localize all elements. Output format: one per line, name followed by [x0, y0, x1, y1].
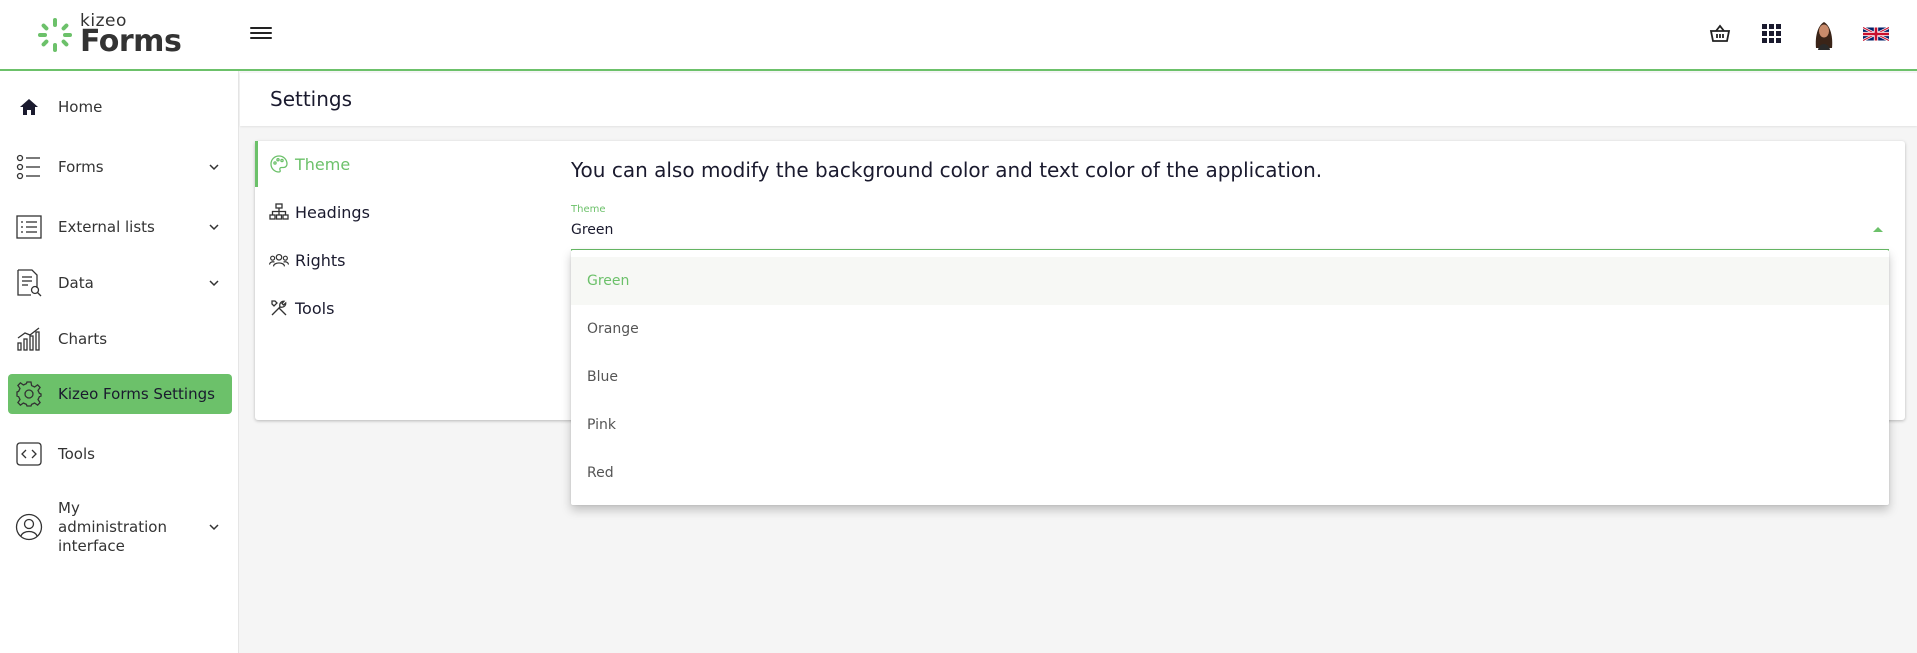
kizeo-forms-logo[interactable]: kizeo Forms — [36, 13, 182, 59]
theme-dropdown-menu: Green Orange Blue Pink Red — [571, 250, 1889, 505]
code-icon — [14, 439, 44, 469]
tab-headings[interactable]: Headings — [255, 189, 535, 235]
sidebar: Home Forms External lists Data Charts Ki… — [0, 71, 239, 653]
sidebar-item-label: External lists — [58, 217, 155, 236]
avatar[interactable] — [1809, 18, 1839, 50]
home-icon — [14, 92, 44, 122]
chevron-down-icon[interactable] — [208, 277, 220, 289]
theme-option-orange[interactable]: Orange — [571, 305, 1889, 353]
tab-theme[interactable]: Theme — [255, 141, 535, 187]
uk-flag-icon[interactable] — [1861, 18, 1891, 50]
user-circle-icon — [14, 512, 44, 542]
theme-option-red[interactable]: Red — [571, 449, 1889, 497]
tab-rights[interactable]: Rights — [255, 237, 535, 283]
apps-grid-icon[interactable] — [1757, 18, 1787, 50]
sidebar-item-data[interactable]: Data — [8, 263, 232, 303]
list-icon — [14, 212, 44, 242]
sidebar-item-label: Tools — [58, 444, 95, 463]
tab-label: Theme — [295, 154, 351, 174]
sidebar-item-label: My administration interface — [58, 498, 167, 555]
sidebar-item-kizeo-forms-settings[interactable]: Kizeo Forms Settings — [8, 374, 232, 414]
sidebar-item-forms[interactable]: Forms — [8, 147, 232, 187]
tab-tools[interactable]: Tools — [255, 285, 535, 331]
tab-label: Rights — [295, 250, 346, 270]
sidebar-item-home[interactable]: Home — [8, 88, 232, 126]
gear-icon — [14, 379, 44, 409]
theme-select-label: Theme — [571, 204, 606, 215]
theme-select-value: Green — [571, 222, 614, 238]
logo-burst-icon — [36, 16, 74, 54]
menu-toggle-icon[interactable] — [250, 24, 272, 44]
page-title: Settings — [270, 87, 353, 111]
theme-description: You can also modify the background color… — [571, 158, 1323, 182]
sidebar-item-my-administration-interface[interactable]: My administration interface — [8, 496, 232, 558]
chevron-down-icon[interactable] — [208, 161, 220, 173]
tab-label: Tools — [295, 298, 335, 318]
sidebar-item-charts[interactable]: Charts — [8, 319, 232, 359]
theme-select[interactable]: Theme Green — [571, 204, 1889, 251]
forms-icon — [14, 152, 44, 182]
palette-icon — [269, 154, 289, 174]
theme-option-green[interactable]: Green — [571, 257, 1889, 305]
sidebar-item-label: Data — [58, 273, 94, 292]
chart-icon — [14, 324, 44, 354]
caret-up-icon[interactable] — [1873, 227, 1883, 232]
chevron-down-icon[interactable] — [208, 521, 220, 533]
chevron-down-icon[interactable] — [208, 221, 220, 233]
tab-label: Headings — [295, 202, 370, 222]
hierarchy-icon — [269, 202, 289, 222]
top-bar: kizeo Forms — [0, 0, 1917, 71]
theme-option-blue[interactable]: Blue — [571, 353, 1889, 401]
sidebar-item-label: Charts — [58, 329, 108, 348]
users-icon — [269, 250, 289, 270]
theme-option-pink[interactable]: Pink — [571, 401, 1889, 449]
sidebar-item-label: Kizeo Forms Settings — [58, 384, 215, 403]
sidebar-item-label: Home — [58, 97, 103, 116]
sidebar-item-label: Forms — [58, 157, 104, 176]
basket-icon[interactable] — [1705, 18, 1735, 50]
logo-big-text: Forms — [80, 24, 182, 59]
tools-icon — [269, 298, 289, 318]
sidebar-item-external-lists[interactable]: External lists — [8, 207, 232, 247]
data-icon — [14, 268, 44, 298]
page-header: Settings — [240, 73, 1917, 126]
sidebar-item-tools[interactable]: Tools — [8, 434, 232, 474]
